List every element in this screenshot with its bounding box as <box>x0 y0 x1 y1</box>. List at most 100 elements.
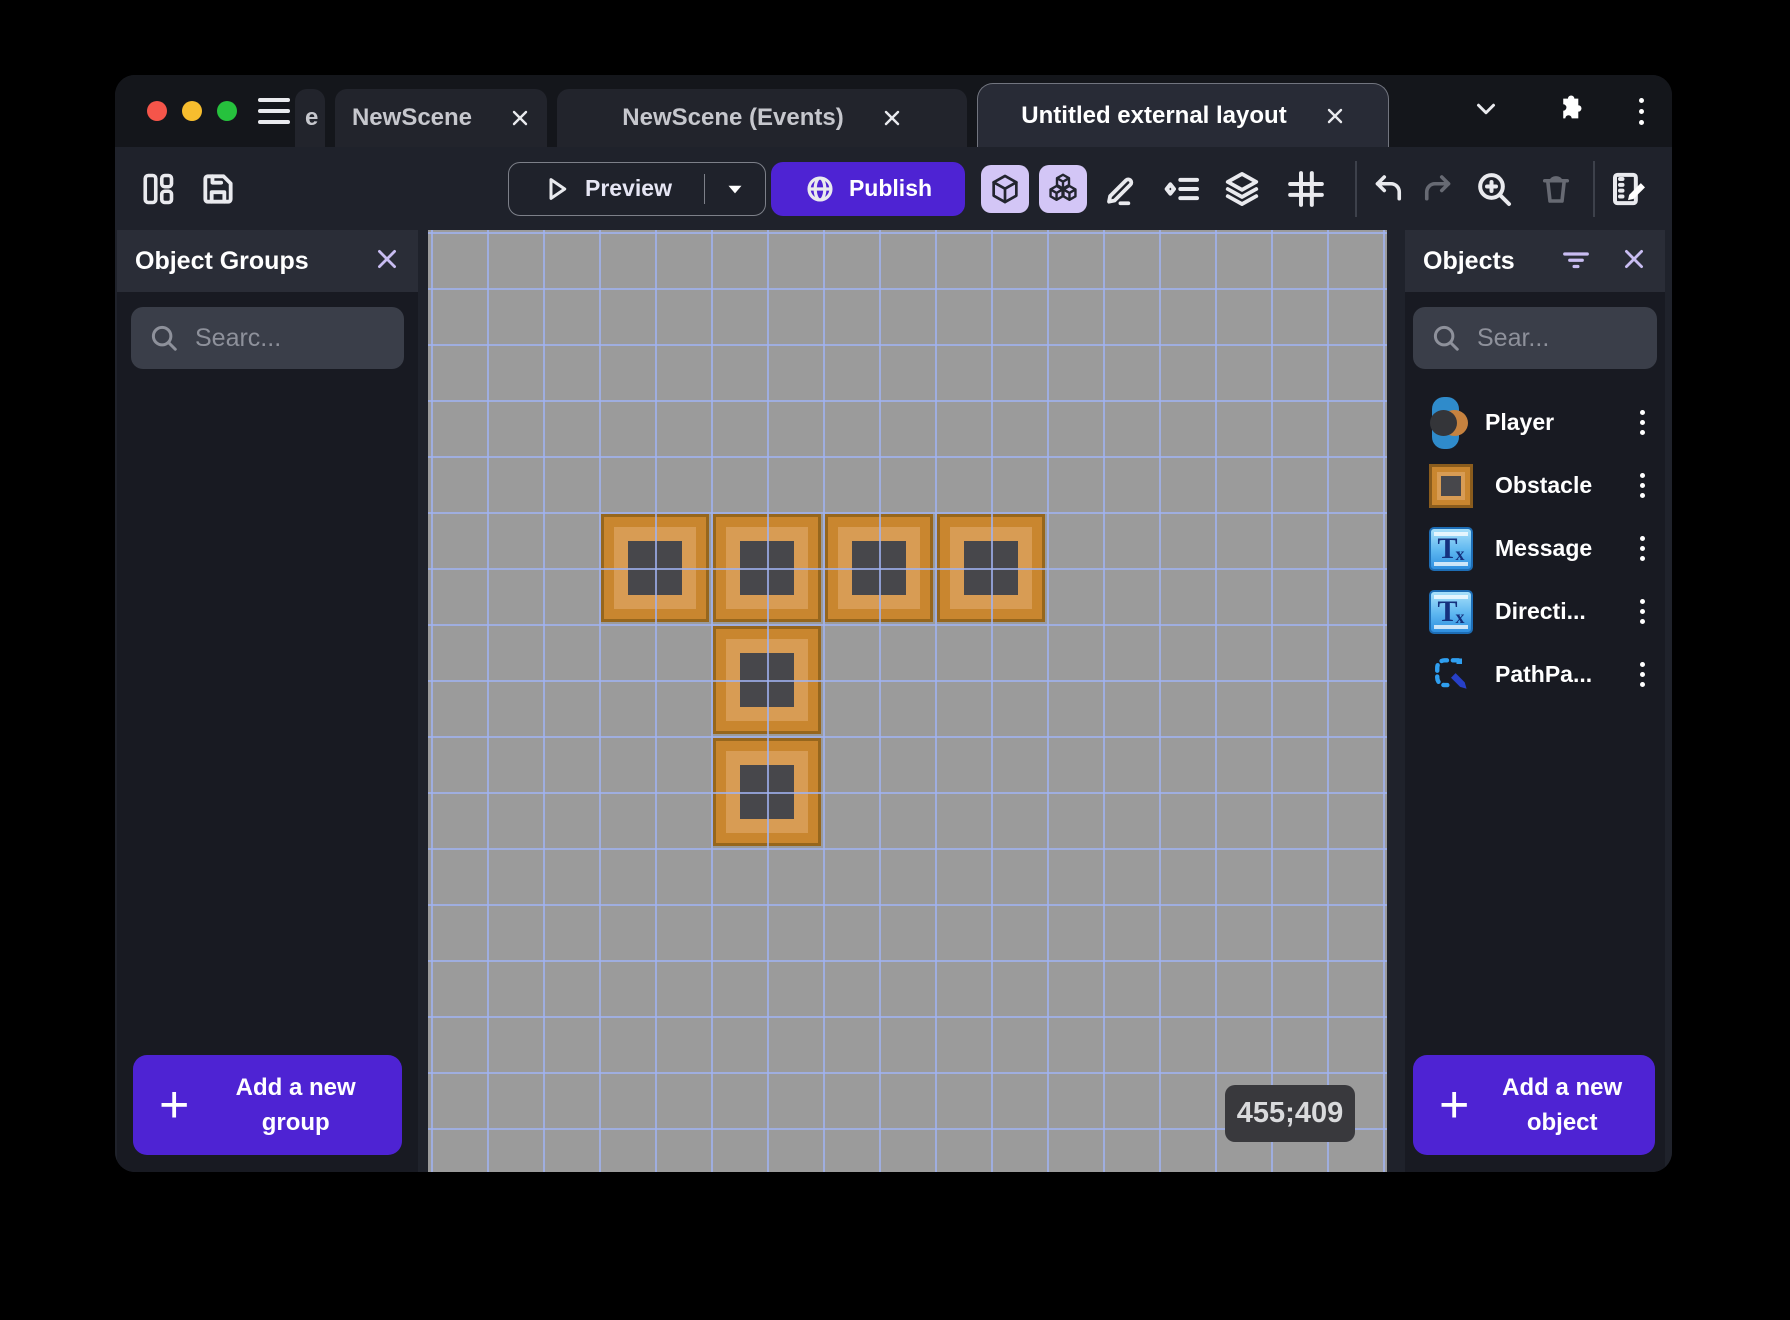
add-group-button[interactable]: + Add a new group <box>133 1055 402 1155</box>
object-name: Obstacle <box>1495 472 1593 498</box>
save-icon[interactable] <box>197 168 239 210</box>
zoom-in-icon[interactable] <box>1473 168 1515 210</box>
edit-pencil-icon[interactable] <box>1101 168 1143 210</box>
close-tab-icon[interactable] <box>1325 106 1345 126</box>
tab-untitled-external-layout[interactable]: Untitled external layout <box>977 83 1389 147</box>
window-controls <box>147 101 237 121</box>
play-icon <box>549 177 567 200</box>
main-menu-icon[interactable] <box>258 98 290 124</box>
object-mode-button[interactable] <box>981 164 1029 213</box>
more-options-icon[interactable] <box>1633 92 1650 131</box>
tab-label: Untitled external layout <box>1021 101 1287 129</box>
close-tab-icon[interactable] <box>510 108 530 128</box>
undo-icon[interactable] <box>1367 168 1409 210</box>
object-groups-panel: Object Groups + Add a new group <box>117 230 418 1172</box>
objects-header: Objects <box>1405 230 1665 292</box>
object-name: Directi... <box>1495 598 1586 624</box>
obstacle-instance[interactable] <box>713 626 821 734</box>
filter-icon[interactable] <box>1561 244 1591 279</box>
editor-content: Object Groups + Add a new group <box>115 230 1672 1172</box>
cube-icon <box>992 174 1018 203</box>
instances-mode-button[interactable] <box>1039 164 1087 213</box>
obstacle-instance[interactable] <box>713 514 821 622</box>
panel-title: Object Groups <box>135 246 309 275</box>
add-group-label: Add a new <box>235 1074 356 1101</box>
app-window: e NewScene NewScene (Events) Untitled ex… <box>115 75 1672 1172</box>
tab-newscene[interactable]: NewScene <box>335 89 547 147</box>
search-icon <box>151 325 177 351</box>
object-name: PathPa... <box>1495 661 1593 687</box>
redo-icon[interactable] <box>1417 168 1459 210</box>
close-panel-icon[interactable] <box>1621 246 1647 277</box>
instances-list-icon[interactable] <box>1161 168 1203 210</box>
object-row-pathpaint[interactable]: PathPa... <box>1405 643 1665 706</box>
object-row-direction[interactable]: Tx Directi... <box>1405 580 1665 643</box>
player-icon <box>1429 396 1468 449</box>
toolbar: Preview Publish <box>115 147 1672 230</box>
objects-search[interactable] <box>1413 307 1657 369</box>
chevron-down-icon[interactable] <box>1471 94 1501 129</box>
tab-label: NewScene <box>351 104 473 131</box>
tab-strip: e NewScene NewScene (Events) Untitled ex… <box>295 83 1389 147</box>
tab-label: NewScene (Events) <box>622 104 844 131</box>
preview-button[interactable]: Preview <box>508 161 766 216</box>
object-menu-button[interactable] <box>1634 404 1651 441</box>
minimize-window-button[interactable] <box>182 101 202 121</box>
obstacle-instance[interactable] <box>713 738 821 846</box>
search-input[interactable] <box>195 323 386 353</box>
grid-icon[interactable] <box>1285 168 1327 210</box>
maximize-window-button[interactable] <box>217 101 237 121</box>
cursor-coordinates-badge: 455;409 <box>1225 1085 1355 1142</box>
object-menu-button[interactable] <box>1634 467 1651 504</box>
publish-button[interactable]: Publish <box>771 161 965 216</box>
object-groups-header: Object Groups <box>117 230 418 292</box>
edit-scene-events-icon[interactable] <box>1609 168 1651 210</box>
globe-icon <box>807 175 833 202</box>
obstacle-tile-icon <box>1429 463 1473 508</box>
tab-newscene-events[interactable]: NewScene (Events) <box>557 89 967 147</box>
tab-bar: e NewScene NewScene (Events) Untitled ex… <box>115 75 1672 147</box>
tab-label: e <box>305 104 319 131</box>
objects-panel: Objects Sear... Player Obstacle T x Mess… <box>1405 230 1665 1172</box>
panel-title: Objects <box>1423 246 1515 275</box>
object-groups-search[interactable] <box>131 307 404 369</box>
objects-list: Player Obstacle Tx Message T x Directi..… <box>1405 391 1665 706</box>
text-object-icon: Tx <box>1429 589 1473 634</box>
object-row-obstacle[interactable]: Obstacle <box>1405 454 1665 517</box>
preview-dropdown-button[interactable] <box>705 176 765 202</box>
obstacle-instance[interactable] <box>825 514 933 622</box>
extensions-puzzle-icon[interactable] <box>1551 93 1583 130</box>
object-name: Message <box>1495 535 1593 561</box>
text-object-icon: Tx <box>1429 526 1473 571</box>
close-panel-icon[interactable] <box>374 246 400 277</box>
tab-clipped[interactable]: e <box>295 89 325 147</box>
dropdown-caret-icon <box>728 185 742 193</box>
toolbar-divider <box>1593 160 1595 217</box>
add-object-button[interactable]: + Add a new object <box>1413 1055 1655 1155</box>
object-menu-button[interactable] <box>1634 593 1651 630</box>
project-manager-icon[interactable] <box>137 168 179 210</box>
object-name: Player <box>1485 409 1555 435</box>
toolbar-divider <box>1355 160 1357 217</box>
obstacle-instance[interactable] <box>601 514 709 622</box>
cubes-icon <box>1049 173 1077 201</box>
tabbar-actions <box>1471 75 1650 147</box>
search-input[interactable] <box>1477 323 1639 353</box>
preview-button-main[interactable]: Preview <box>509 173 705 204</box>
add-group-label: group <box>261 1109 330 1136</box>
object-row-message[interactable]: Tx Message <box>1405 517 1665 580</box>
canvas[interactable]: 455;409 <box>428 230 1387 1172</box>
grid-overlay <box>428 230 1387 1172</box>
path-paint-icon <box>1429 653 1473 697</box>
close-tab-icon[interactable] <box>882 108 902 128</box>
preview-label: Preview <box>585 175 672 201</box>
search-icon <box>1433 325 1459 351</box>
obstacle-instance[interactable] <box>937 514 1045 622</box>
delete-trash-icon[interactable] <box>1535 168 1577 210</box>
object-menu-button[interactable] <box>1634 530 1651 567</box>
object-row-player[interactable]: Player <box>1405 391 1665 454</box>
close-window-button[interactable] <box>147 101 167 121</box>
layers-icon[interactable] <box>1221 168 1263 210</box>
object-menu-button[interactable] <box>1634 656 1651 693</box>
publish-label: Publish <box>848 175 933 201</box>
